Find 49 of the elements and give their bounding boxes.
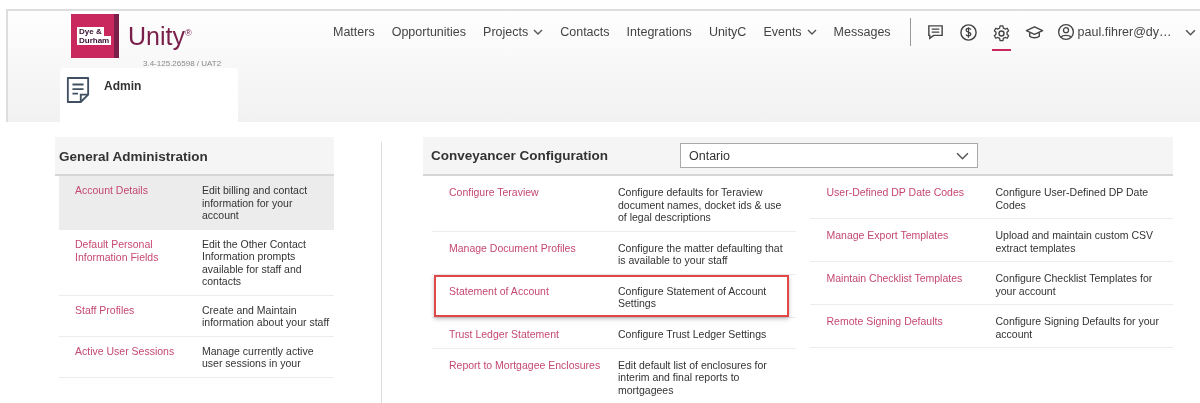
nav-link[interactable]: Opportunities	[391, 25, 467, 39]
nav-link[interactable]: Integrations	[626, 25, 692, 39]
version-label: 3.4-125.26598 / UAT2	[143, 59, 223, 68]
chevron-icon	[956, 151, 969, 160]
admin-link[interactable]: Default Personal Information Fields	[75, 237, 202, 288]
description-text: Configure Trust Ledger Settings	[618, 327, 768, 341]
description-text: Create and Maintain information about your staff	[202, 303, 330, 329]
description-text: Upload and maintain custom CSV extract templates	[995, 229, 1155, 254]
product-name: Unity$^{®}$	[128, 21, 192, 51]
chevron-icon	[1184, 28, 1196, 36]
nav-link[interactable]: UnityC	[708, 25, 747, 39]
description-text: Configure User-Defined DP Date Codes	[995, 186, 1150, 211]
chevron-icon	[806, 29, 817, 35]
document-icon	[66, 76, 90, 104]
admin-link[interactable]: Account Details	[75, 184, 202, 222]
nav-link[interactable]: Projects	[483, 25, 544, 39]
config-link[interactable]: Maintain Checklist Templates	[826, 272, 996, 297]
config-link[interactable]: Trust Ledger Statement	[449, 327, 618, 341]
nav-link[interactable]: Messages	[833, 25, 891, 39]
nav-link[interactable]: Events	[763, 25, 817, 39]
description-text: Edit default list of enclosures for interim and final reports to mortgagees	[618, 358, 768, 396]
logo-text: Durham	[77, 36, 112, 45]
province-dropdown[interactable]: Ontario	[680, 143, 978, 168]
config-link[interactable]: Manage Document Profiles	[449, 241, 618, 267]
config-link[interactable]: Configure Teraview	[449, 186, 618, 224]
logo-text: Dye &	[77, 27, 104, 36]
description-text: Configure defaults for Teraview document names, docket ids & use of legal descriptions	[618, 186, 783, 224]
section-header: General Administration	[55, 137, 334, 176]
chevron-icon	[533, 29, 544, 35]
config-link[interactable]: Manage Export Templates	[826, 229, 996, 254]
description-text: Configure Signing Defaults for your account	[995, 315, 1160, 340]
description-text: Configure Statement of Account Settings	[618, 284, 768, 310]
nav-link[interactable]: Matters	[333, 25, 375, 39]
admin-link[interactable]: Staff Profiles	[75, 303, 202, 329]
nav-link[interactable]: Contacts	[560, 25, 610, 39]
config-link[interactable]: User-Defined DP Date Codes	[826, 186, 996, 211]
admin-link[interactable]: Active User Sessions	[75, 344, 202, 370]
user-icon	[1056, 23, 1075, 41]
description-text: Configure the matter defaulting that is available to your staff	[618, 241, 784, 267]
description-text: Configure Checklist Templates for your account	[995, 272, 1154, 297]
config-link[interactable]: Statement of Account	[449, 284, 618, 310]
section-title: Conveyancer Configuration	[431, 148, 610, 163]
config-link[interactable]: Report to Mortgagee Enclosures	[449, 358, 618, 396]
user-menu[interactable]: paul.fihrer@dy…	[1056, 23, 1196, 41]
config-link[interactable]: Remote Signing Defaults	[826, 315, 996, 340]
admin-tab[interactable]: Admin	[60, 68, 238, 122]
description-text: Edit billing and contact information for your account	[202, 184, 309, 222]
description-text: Edit the Other Contact Information prompts available for staff and contacts	[202, 237, 307, 288]
description-text: Manage currently active user sessions in your	[202, 344, 315, 370]
